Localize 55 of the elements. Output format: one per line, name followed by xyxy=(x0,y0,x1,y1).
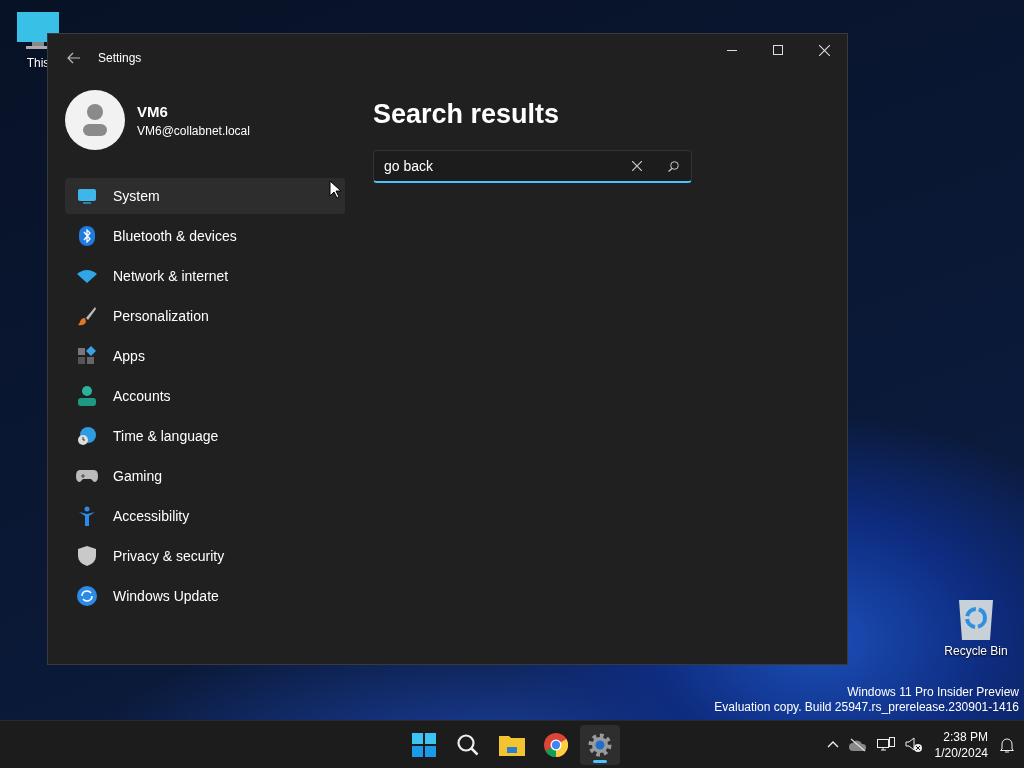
search-icon xyxy=(456,732,480,757)
app-grid-icon xyxy=(77,346,97,366)
folder-icon xyxy=(499,733,525,756)
person-icon xyxy=(78,386,96,406)
wifi-icon xyxy=(77,269,97,283)
clock[interactable]: 2:38 PM 1/20/2024 xyxy=(930,728,992,761)
bell-icon xyxy=(1000,736,1014,753)
sidebar-item[interactable]: Accessibility xyxy=(65,498,345,534)
search-icon xyxy=(667,160,679,172)
sidebar-item[interactable]: Privacy & security xyxy=(65,538,345,574)
cloud-off-icon xyxy=(848,737,867,752)
gear-icon xyxy=(588,732,612,757)
sidebar-item[interactable]: Windows Update xyxy=(65,578,345,614)
gamepad-icon xyxy=(76,468,98,484)
accessibility-person-icon xyxy=(78,506,96,526)
taskbar-app[interactable] xyxy=(580,724,620,765)
globe-clock-icon xyxy=(77,426,97,446)
recycle-bin-icon[interactable] xyxy=(958,598,994,640)
speaker-muted-icon xyxy=(904,736,923,753)
sidebar-item[interactable]: Network & internet xyxy=(65,258,345,294)
page-heading: Search results xyxy=(373,99,561,130)
paintbrush-icon xyxy=(77,306,97,326)
user-email: VM6@collabnet.local xyxy=(137,123,250,138)
maximize-icon xyxy=(773,45,783,55)
sync-icon xyxy=(77,586,97,606)
sidebar-item[interactable]: System xyxy=(65,178,345,214)
user-name: VM6 xyxy=(137,102,169,120)
search-input[interactable]: go back xyxy=(374,157,619,175)
watermark-text: Evaluation copy. Build 25947.rs_prerelease.230901-1416 xyxy=(714,700,1019,715)
bluetooth-icon xyxy=(79,226,95,246)
avatar-icon[interactable] xyxy=(65,90,125,150)
monitor-icon[interactable] xyxy=(16,12,60,52)
watermark-text: Windows 11 Pro Insider Preview xyxy=(846,685,1019,700)
search-field[interactable]: go back xyxy=(373,150,692,183)
window-title: Settings xyxy=(98,51,143,65)
close-icon xyxy=(632,161,642,171)
sidebar-item[interactable]: Bluetooth & devices xyxy=(65,218,345,254)
back-arrow-icon xyxy=(67,52,81,64)
sidebar-item[interactable]: Gaming xyxy=(65,458,345,494)
windows-logo-icon xyxy=(412,732,436,757)
network-icon xyxy=(876,736,895,753)
sidebar-item[interactable]: Time & language xyxy=(65,418,345,454)
minimize-icon xyxy=(727,49,737,51)
pointer-icon xyxy=(329,180,341,199)
desktop-icon-label: Recycle Bin xyxy=(944,644,1008,658)
shield-icon xyxy=(78,546,96,566)
sidebar-item[interactable]: Apps xyxy=(65,338,345,374)
chevron-up-icon xyxy=(826,741,839,748)
close-icon xyxy=(818,44,830,56)
desktop-icon-label: This xyxy=(26,56,50,70)
volume-button[interactable] xyxy=(902,734,925,755)
sidebar-item[interactable]: Personalization xyxy=(65,298,345,334)
monitor-icon xyxy=(77,188,97,204)
sidebar-item[interactable]: Accounts xyxy=(65,378,345,414)
chrome-icon xyxy=(544,732,568,757)
